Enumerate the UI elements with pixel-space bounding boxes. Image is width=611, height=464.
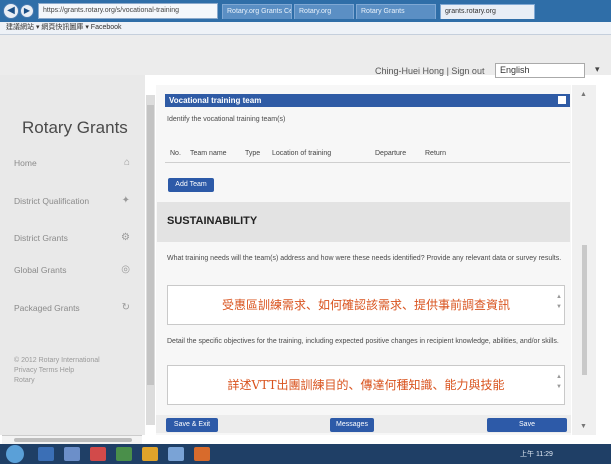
taskbar-app-icon[interactable]	[64, 447, 80, 461]
table-header-departure: Departure	[375, 150, 407, 157]
table-header-team-name: Team name	[190, 150, 227, 157]
address-bar[interactable]: https://grants.rotary.org/s/vocational-t…	[38, 3, 218, 19]
messages-button[interactable]: Messages	[330, 418, 374, 432]
footer-extra[interactable]: Rotary	[14, 376, 134, 386]
sidebar-vertical-scrollbar[interactable]	[146, 95, 155, 425]
question-1-text: What training needs will the team(s) add…	[167, 255, 562, 262]
gear-icon: ⚙	[121, 232, 130, 243]
sidebar-item-district-qualification[interactable]: District Qualification ✦	[14, 191, 136, 211]
sidebar-footer: © 2012 Rotary International Privacy Term…	[14, 356, 134, 386]
language-select[interactable]: English	[495, 63, 585, 78]
sign-out-link[interactable]: Sign out	[451, 66, 484, 76]
scrollbar-thumb[interactable]	[14, 438, 132, 442]
globe-icon: ◎	[121, 264, 130, 275]
section-title: Vocational training team	[169, 96, 262, 105]
question-2-text: Detail the specific objectives for the t…	[167, 338, 559, 345]
question-2-textarea[interactable]: 詳述VTT出團訓練目的、傳達何種知識、能力與技能 ▲ ▼	[167, 365, 565, 405]
sidebar-item-label: Home	[14, 158, 37, 168]
question-2-answer: 詳述VTT出團訓練目的、傳達何種知識、能力與技能	[227, 378, 505, 392]
collapse-icon[interactable]	[558, 96, 566, 104]
ribbon-icon: ✦	[121, 195, 130, 206]
copyright-text: © 2012 Rotary International	[14, 357, 100, 364]
question-1-textarea[interactable]: 受惠區訓練需求、如何確認該需求、提供事前調查資訊 ▲ ▼	[167, 285, 565, 325]
sidebar-item-label: District Qualification	[14, 196, 90, 206]
section-header: Vocational training team	[165, 94, 570, 107]
question-1-answer: 受惠區訓練需求、如何確認該需求、提供事前調查資訊	[221, 298, 510, 312]
browser-tab[interactable]: Rotary.org Grants Center	[222, 4, 292, 19]
add-team-button[interactable]: Add Team	[168, 178, 214, 192]
identify-help-text: Identify the vocational training team(s)	[167, 116, 286, 123]
sustainability-heading: SUSTAINABILITY	[167, 215, 258, 227]
bookmarks-bar[interactable]: 建議網站 ▾ 網頁快訊圖庫 ▾ Facebook	[0, 22, 611, 35]
sidebar-brand: Rotary Grants	[22, 118, 128, 137]
sidebar-item-label: Packaged Grants	[14, 303, 80, 313]
home-icon: ⌂	[123, 157, 130, 168]
scrollbar-thumb[interactable]	[582, 245, 587, 375]
table-header-location: Location of training	[272, 150, 332, 157]
save-exit-button[interactable]: Save & Exit	[166, 418, 218, 432]
scroll-up-icon[interactable]: ▲	[580, 91, 587, 98]
sidebar-item-global-grants[interactable]: Global Grants ◎	[14, 260, 136, 280]
taskbar-app-icon[interactable]	[194, 447, 210, 461]
separator: |	[446, 66, 449, 76]
browser-tab[interactable]: Rotary.org	[294, 4, 354, 19]
language-value: English	[500, 65, 530, 75]
user-name[interactable]: Ching-Huei Hong	[375, 66, 444, 76]
table-header-type: Type	[245, 150, 261, 157]
start-button-icon[interactable]	[6, 445, 24, 463]
textarea-scroll-arrows-icon[interactable]: ▲ ▼	[556, 372, 562, 392]
taskbar-app-icon[interactable]	[90, 447, 106, 461]
textarea-scroll-arrows-icon[interactable]: ▲ ▼	[556, 292, 562, 312]
page-vertical-scrollbar[interactable]: ▲ ▼	[572, 85, 596, 435]
scroll-down-icon[interactable]: ▼	[580, 423, 587, 430]
forward-arrow-icon[interactable]: ▶	[20, 4, 34, 18]
save-button[interactable]: Save	[487, 418, 567, 432]
sidebar-item-packaged-grants[interactable]: Packaged Grants ↻	[14, 298, 136, 318]
sidebar-horizontal-scrollbar[interactable]	[2, 435, 142, 444]
taskbar-app-icon[interactable]	[168, 447, 184, 461]
user-links: Ching-Huei Hong | Sign out	[375, 66, 484, 76]
taskbar-app-icon[interactable]	[116, 447, 132, 461]
scrollbar-thumb[interactable]	[147, 105, 154, 385]
browser-tab[interactable]: Rotary Grants	[356, 4, 436, 19]
table-header-return: Return	[425, 150, 447, 157]
table-header-no: No.	[170, 150, 181, 157]
table-divider	[165, 162, 570, 163]
os-taskbar: 上午 11:29	[0, 444, 611, 464]
chevron-down-icon[interactable]: ▾	[595, 64, 600, 75]
taskbar-app-icon[interactable]	[142, 447, 158, 461]
taskbar-app-icon[interactable]	[38, 447, 54, 461]
back-arrow-icon[interactable]: ◀	[3, 3, 19, 19]
browser-tab-active[interactable]: grants.rotary.org	[440, 4, 535, 19]
taskbar-clock[interactable]: 上午 11:29	[520, 449, 553, 459]
browser-titlebar: ◀ ▶ https://grants.rotary.org/s/vocation…	[0, 0, 611, 22]
sidebar-item-label: Global Grants	[14, 265, 67, 275]
sidebar-item-home[interactable]: Home ⌂	[14, 153, 136, 173]
sidebar-item-label: District Grants	[14, 233, 68, 243]
footer-links[interactable]: Privacy Terms Help	[14, 366, 134, 376]
sidebar-item-district-grants[interactable]: District Grants ⚙	[14, 228, 136, 248]
refresh-icon: ↻	[121, 302, 130, 313]
